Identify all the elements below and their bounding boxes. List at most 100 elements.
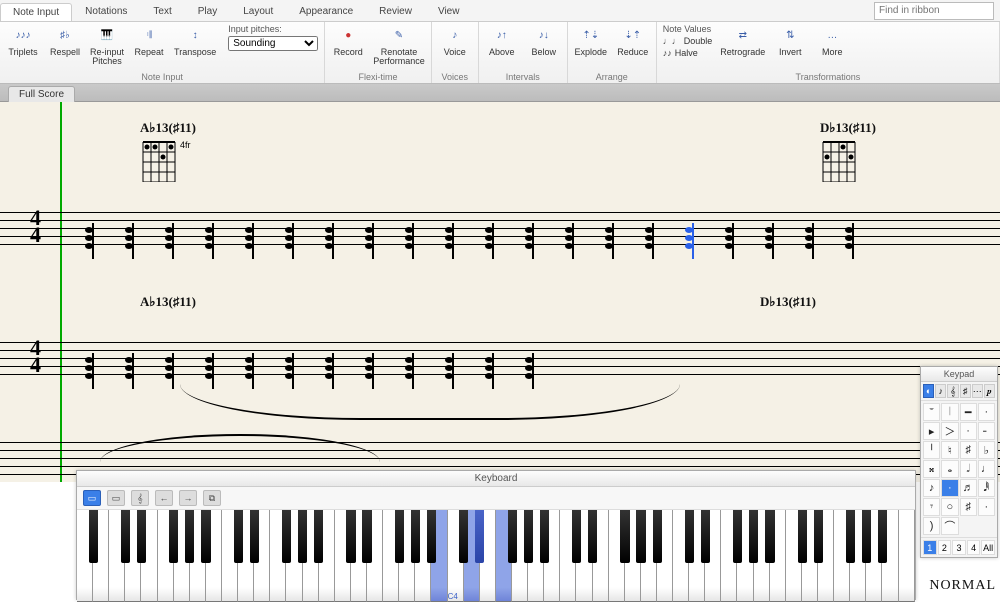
above-button[interactable]: ♪↑ Above	[485, 24, 519, 57]
keypad-cell[interactable]: 𝄾	[923, 498, 940, 516]
note[interactable]	[760, 217, 778, 267]
keypad-cell[interactable]: ·	[960, 422, 977, 440]
keypad-cell[interactable]: ○	[941, 498, 958, 516]
keypad-cell[interactable]: ♮	[941, 441, 958, 459]
keypad-cell[interactable]: ╵	[923, 441, 940, 459]
tab-text[interactable]: Text	[140, 2, 184, 20]
keypad-cell[interactable]: ╴	[978, 422, 995, 440]
note[interactable]	[440, 217, 458, 267]
white-key[interactable]	[286, 510, 302, 602]
note[interactable]	[200, 217, 218, 267]
white-key[interactable]	[158, 510, 174, 602]
white-key[interactable]	[464, 510, 480, 602]
keypad-cell[interactable]: ━	[960, 403, 977, 421]
keypad-tab-2[interactable]: ♪	[935, 384, 946, 398]
white-key[interactable]	[899, 510, 915, 602]
white-key[interactable]	[367, 510, 383, 602]
score-canvas[interactable]: A♭13(♯11) D♭13(♯11) A♭13(♯11) D♭13(♯11) …	[0, 102, 1000, 482]
keypad-cell[interactable]: ＞	[941, 422, 958, 440]
white-key[interactable]	[834, 510, 850, 602]
explode-button[interactable]: ⇡⇣ Explode	[574, 24, 608, 57]
white-key[interactable]	[770, 510, 786, 602]
white-key[interactable]	[609, 510, 625, 602]
keypad-cell[interactable]: ♩	[978, 460, 995, 478]
white-key[interactable]	[576, 510, 592, 602]
white-key[interactable]	[802, 510, 818, 602]
input-pitches-select[interactable]: Sounding	[228, 36, 318, 51]
triplets-button[interactable]: ♪♪♪ Triplets	[6, 24, 40, 57]
keypad-cell[interactable]: ♯	[960, 441, 977, 459]
white-key[interactable]	[593, 510, 609, 602]
keypad-tab-6[interactable]: 𝆏	[984, 384, 995, 398]
keyboard-view-large[interactable]: ▭	[107, 490, 125, 506]
white-key[interactable]	[351, 510, 367, 602]
keypad-cell[interactable]: 𝄪	[923, 460, 940, 478]
repeat-button[interactable]: 𝄇 Repeat	[132, 24, 166, 57]
keypad-tab-5[interactable]: ⋯	[972, 384, 983, 398]
keypad-page-2[interactable]: 2	[938, 540, 952, 555]
note[interactable]	[120, 217, 138, 267]
renotate-button[interactable]: ✎ Renotate Performance	[373, 24, 425, 67]
note[interactable]	[480, 217, 498, 267]
note[interactable]	[400, 217, 418, 267]
white-key[interactable]	[544, 510, 560, 602]
keypad-tab-1[interactable]: ◐	[923, 384, 934, 398]
keypad-page-1[interactable]: 1	[923, 540, 937, 555]
below-button[interactable]: ♪↓ Below	[527, 24, 561, 57]
keypad-cell[interactable]: )	[923, 517, 940, 535]
tab-review[interactable]: Review	[366, 2, 425, 20]
white-key[interactable]	[818, 510, 834, 602]
tab-notations[interactable]: Notations	[72, 2, 140, 20]
white-key[interactable]	[657, 510, 673, 602]
chord-symbol-ab-2[interactable]: A♭13(♯11)	[140, 294, 196, 310]
white-key[interactable]	[496, 510, 512, 602]
chord-symbol-db[interactable]: D♭13(♯11)	[820, 120, 876, 136]
document-tab[interactable]: Full Score	[8, 86, 75, 102]
white-key[interactable]	[303, 510, 319, 602]
keypad-tab-3[interactable]: 𝄞	[947, 384, 958, 398]
keyboard-next[interactable]: →	[179, 490, 197, 506]
note[interactable]	[720, 217, 738, 267]
white-key[interactable]	[866, 510, 882, 602]
record-button[interactable]: ● Record	[331, 24, 365, 57]
keyboard-view-small[interactable]: ▭	[83, 490, 101, 506]
note[interactable]	[800, 217, 818, 267]
white-key[interactable]	[673, 510, 689, 602]
keypad-cell[interactable]: 𝄻	[923, 403, 940, 421]
white-key[interactable]	[93, 510, 109, 602]
keyboard-detach[interactable]: ⧉	[203, 490, 221, 506]
more-button[interactable]: … More	[815, 24, 849, 57]
white-key[interactable]	[254, 510, 270, 602]
keypad-panel[interactable]: Keypad ◐ ♪ 𝄞 ♯ ⋯ 𝆏 𝄻𝄀━·▸＞·╴╵♮♯♭𝄪𝅝𝅗𝅥♩♪·♬𝅘…	[920, 366, 998, 558]
chord-symbol-db-2[interactable]: D♭13(♯11)	[760, 294, 816, 310]
retrograde-button[interactable]: ⇄ Retrograde	[720, 24, 765, 57]
note[interactable]	[80, 347, 98, 397]
note[interactable]	[280, 217, 298, 267]
white-key[interactable]	[319, 510, 335, 602]
white-key[interactable]	[77, 510, 93, 602]
keypad-page-3[interactable]: 3	[952, 540, 966, 555]
note[interactable]	[560, 217, 578, 267]
reinput-pitches-button[interactable]: 🎹 Re-input Pitches	[90, 24, 124, 67]
white-key[interactable]	[270, 510, 286, 602]
note[interactable]	[80, 217, 98, 267]
white-key[interactable]	[141, 510, 157, 602]
white-key[interactable]	[109, 510, 125, 602]
white-key[interactable]	[125, 510, 141, 602]
white-key[interactable]	[528, 510, 544, 602]
double-button[interactable]: Double	[684, 36, 713, 46]
respell-button[interactable]: ♯♭ Respell	[48, 24, 82, 57]
white-key[interactable]	[705, 510, 721, 602]
tab-play[interactable]: Play	[185, 2, 230, 20]
note[interactable]	[240, 217, 258, 267]
keyboard-panel[interactable]: Keyboard ▭ ▭ 𝄞 ← → ⧉ C4	[76, 470, 916, 600]
keypad-cell[interactable]: 𝄀	[941, 403, 958, 421]
white-key[interactable]	[335, 510, 351, 602]
tab-view[interactable]: View	[425, 2, 473, 20]
white-key[interactable]	[238, 510, 254, 602]
white-key[interactable]	[448, 510, 464, 602]
note[interactable]	[120, 347, 138, 397]
keypad-cell[interactable]: ·	[978, 403, 995, 421]
white-key[interactable]	[641, 510, 657, 602]
keypad-cell[interactable]: 𝅘𝅥𝅱	[978, 479, 995, 497]
